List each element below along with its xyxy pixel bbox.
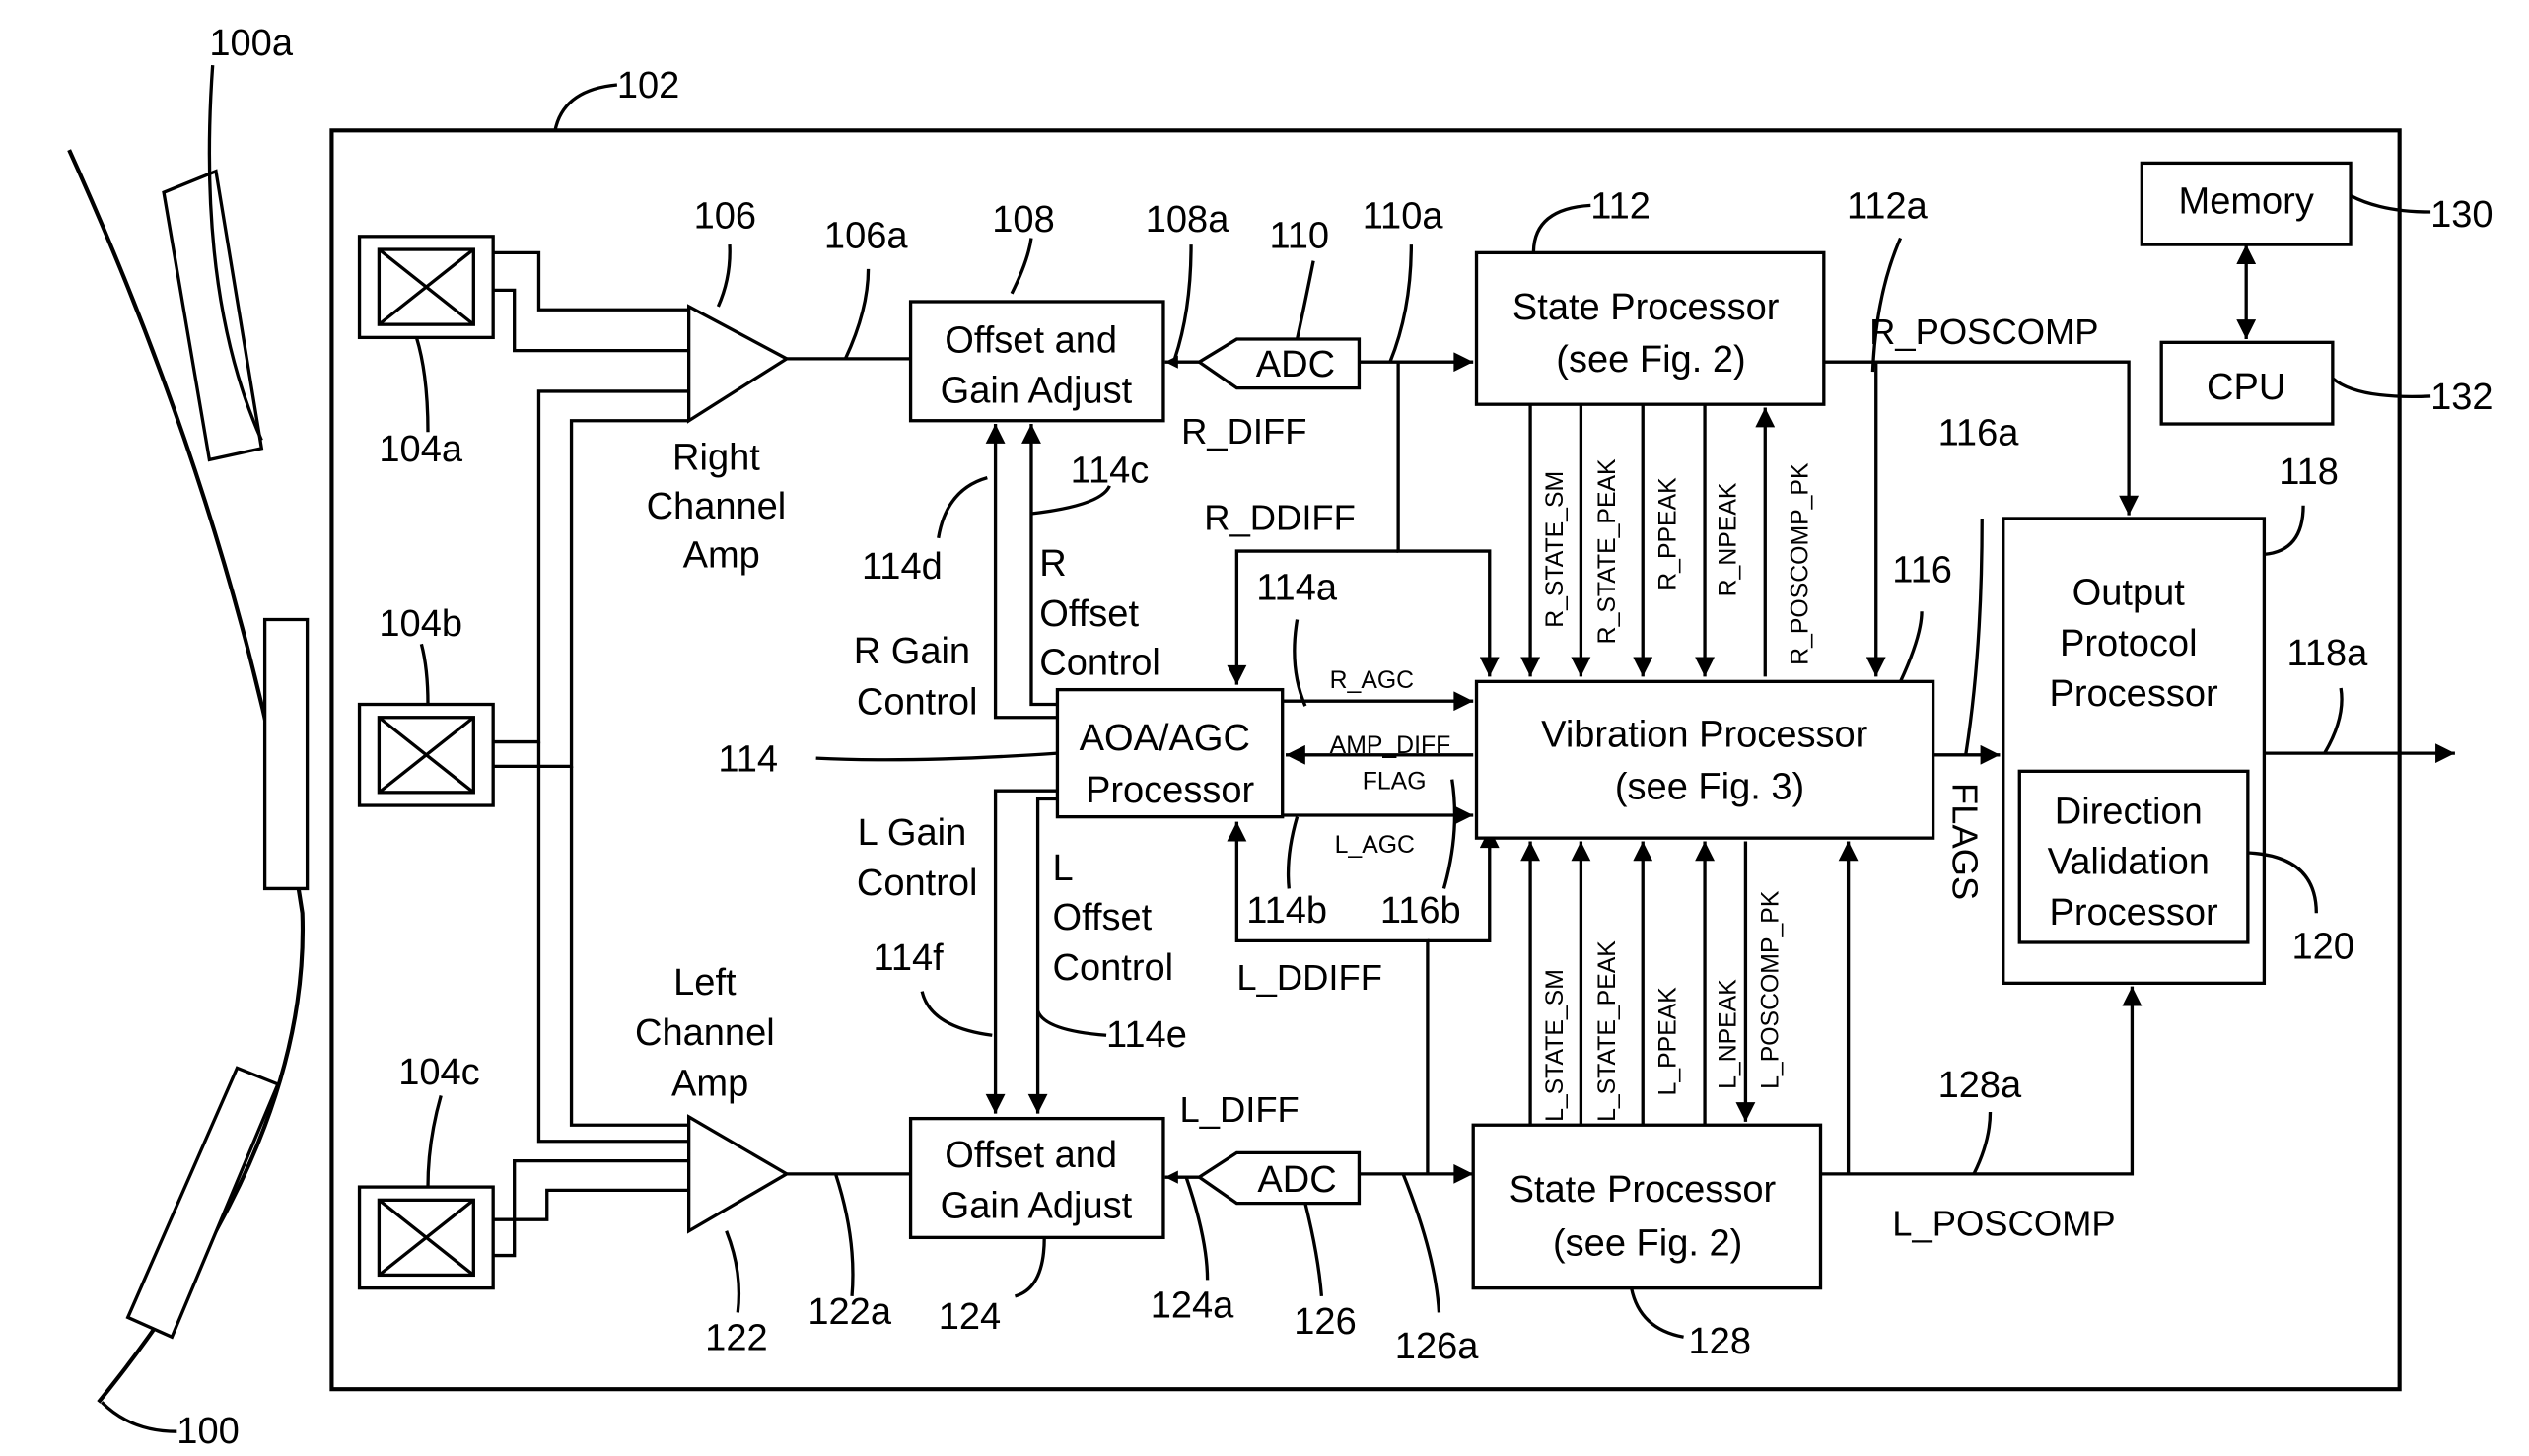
signal-r-poscomp: R_POSCOMP [1869, 312, 2098, 352]
ref-104a: 104a [379, 429, 462, 470]
svg-text:CPU: CPU [2207, 367, 2285, 408]
ref-114f: 114f [874, 937, 945, 979]
signal-r-diff: R_DIFF [1181, 411, 1306, 451]
sensor-104b [357, 702, 495, 807]
ref-114e: 114e [1106, 1014, 1187, 1056]
svg-text:Direction Validation P: Direction Validation Processor [2048, 791, 2220, 934]
ref-114a: 114a [1256, 568, 1338, 609]
ref-120: 120 [2292, 927, 2354, 968]
svg-text:Output Protocol Proces: Output Protocol Processor [2049, 573, 2218, 716]
ref-100: 100 [176, 1411, 239, 1452]
svg-text:L_NPEAK: L_NPEAK [1715, 979, 1741, 1089]
ref-128a: 128a [1938, 1065, 2022, 1106]
svg-text:Memory: Memory [2179, 181, 2314, 223]
svg-text:ADC: ADC [1256, 344, 1335, 385]
r-offset-control-label: R Offset Control [1039, 543, 1160, 684]
curved-surface: 100a 100 [67, 23, 310, 1452]
ref-100a: 100a [209, 23, 293, 64]
right-state-buses: R_STATE_SM R_STATE_PEAK R_PPEAK R_NPEAK … [1520, 404, 1813, 677]
svg-text:L_STATE_SM: L_STATE_SM [1542, 969, 1569, 1122]
signal-flag: FLAG [1363, 769, 1427, 796]
signal-amp-diff: AMP_DIFF [1330, 732, 1451, 759]
ref-106: 106 [694, 196, 756, 238]
ref-114b: 114b [1246, 890, 1327, 932]
svg-text:R_STATE_PEAK: R_STATE_PEAK [1594, 458, 1621, 644]
ref-104c: 104c [398, 1052, 479, 1093]
ref-128: 128 [1689, 1321, 1751, 1362]
sensor-104c [357, 1185, 495, 1290]
ref-124a: 124a [1151, 1284, 1234, 1326]
ref-108a: 108a [1146, 199, 1229, 241]
signal-flags: FLAGS [1944, 783, 1985, 900]
left-amp-label: Left Channel Amp [635, 962, 785, 1105]
control-lines [985, 424, 1058, 1114]
sensor-pad-bottom [125, 1066, 281, 1340]
ref-108: 108 [992, 199, 1054, 241]
signal-l-poscomp: L_POSCOMP [1892, 1204, 2115, 1244]
sensor-104a [357, 235, 495, 340]
ref-122a: 122a [808, 1291, 891, 1333]
signal-r-ddiff: R_DDIFF [1204, 498, 1356, 538]
ref-116: 116 [1892, 549, 1952, 590]
ref-102: 102 [617, 65, 679, 106]
ref-130: 130 [2430, 194, 2493, 236]
svg-text:L_STATE_PEAK: L_STATE_PEAK [1594, 940, 1621, 1122]
svg-text:R_STATE_SM: R_STATE_SM [1542, 471, 1569, 628]
signal-l-agc: L_AGC [1335, 832, 1415, 859]
l-offset-control-label: L Offset Control [1052, 848, 1173, 989]
ref-122: 122 [705, 1317, 767, 1358]
ref-114c: 114c [1071, 451, 1150, 492]
signal-r-agc: R_AGC [1330, 667, 1414, 694]
svg-text:R_NPEAK: R_NPEAK [1715, 482, 1741, 596]
ref-114: 114 [718, 738, 778, 780]
ref-110: 110 [1269, 215, 1329, 256]
sensor-pad-mid [262, 617, 310, 891]
svg-text:ADC: ADC [1257, 1159, 1336, 1201]
signal-l-ddiff: L_DDIFF [1236, 957, 1382, 998]
svg-text:L_PPEAK: L_PPEAK [1654, 987, 1681, 1096]
l-gain-control-label: L Gain Control [857, 812, 978, 904]
ref-116b: 116b [1380, 890, 1461, 932]
block-diagram: 100a 100 102 104a 104b 104c 106 106a Rig… [67, 23, 2494, 1452]
ref-126a: 126a [1395, 1326, 1479, 1367]
ref-132: 132 [2430, 377, 2493, 418]
left-channel-amp [686, 1114, 791, 1234]
ref-118: 118 [2279, 451, 2339, 493]
ref-110a: 110a [1363, 196, 1444, 238]
ref-124: 124 [939, 1296, 1001, 1338]
right-channel-amp [686, 304, 791, 424]
r-gain-control-label: R Gain Control [854, 631, 981, 723]
ref-106a: 106a [824, 215, 908, 256]
vibration-processor [1474, 679, 1935, 840]
ref-126: 126 [1294, 1301, 1356, 1343]
ref-116a: 116a [1938, 413, 2020, 454]
svg-text:R_PPEAK: R_PPEAK [1654, 477, 1681, 590]
svg-text:L_POSCOMP_PK: L_POSCOMP_PK [1758, 890, 1785, 1089]
signal-l-diff: L_DIFF [1179, 1089, 1299, 1130]
svg-text:R_POSCOMP_PK: R_POSCOMP_PK [1787, 462, 1813, 665]
right-amp-label: Right Channel Amp [647, 437, 797, 576]
sensor-wiring [493, 250, 689, 1258]
ref-112: 112 [1590, 186, 1651, 228]
right-state-processor [1474, 250, 1826, 406]
ref-114d: 114d [862, 546, 943, 588]
ref-112a: 112a [1847, 186, 1929, 228]
ref-104b: 104b [379, 603, 462, 645]
ref-118a: 118a [2287, 633, 2369, 674]
